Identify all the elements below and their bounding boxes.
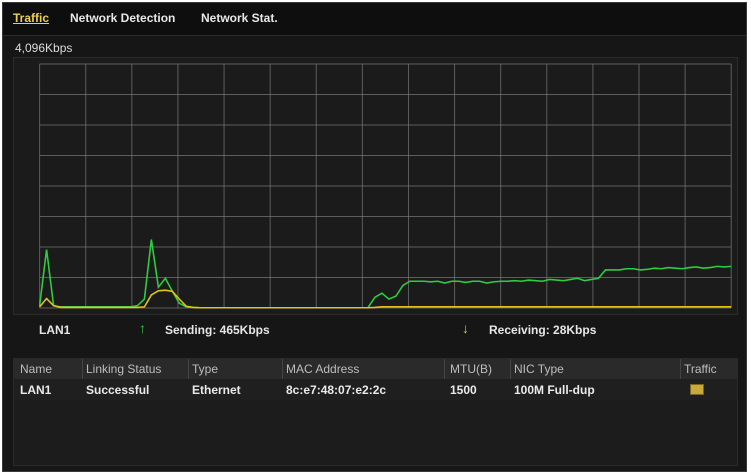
series-line-receiving	[39, 289, 732, 309]
cell-type: Ethernet	[192, 383, 241, 397]
col-divider	[680, 359, 681, 379]
col-divider	[444, 359, 445, 379]
tab-bar: Traffic Network Detection Network Stat.	[3, 3, 746, 36]
legend-sending: Sending: 465Kbps	[165, 323, 270, 337]
series-line-sending	[38, 239, 732, 309]
table-header: Name Linking Status Type MAC Address MTU…	[14, 359, 737, 379]
col-divider	[82, 359, 83, 379]
cell-linking-status: Successful	[86, 383, 150, 397]
arrow-down-icon: ↓	[462, 320, 469, 336]
cell-name: LAN1	[20, 383, 52, 397]
traffic-legend: LAN1 ↑ Sending: 465Kbps ↓ Receiving: 28K…	[3, 317, 746, 341]
arrow-up-icon: ↑	[139, 320, 146, 336]
col-mtu: MTU(B)	[450, 362, 492, 376]
tab-traffic[interactable]: Traffic	[13, 11, 49, 25]
col-divider	[282, 359, 283, 379]
network-traffic-panel: Traffic Network Detection Network Stat. …	[2, 2, 747, 472]
traffic-graph-icon[interactable]	[690, 384, 704, 395]
col-divider	[510, 359, 511, 379]
col-linking-status: Linking Status	[86, 362, 162, 376]
traffic-graph	[13, 57, 738, 315]
cell-nic-type: 100M Full-dup	[514, 383, 595, 397]
max-scale-label: 4,096Kbps	[15, 41, 73, 55]
cell-mac-address: 8c:e7:48:07:e2:2c	[286, 383, 387, 397]
col-name: Name	[20, 362, 53, 376]
col-nic-type: NIC Type	[514, 362, 564, 376]
col-divider	[188, 359, 189, 379]
nic-table: Name Linking Status Type MAC Address MTU…	[13, 358, 738, 466]
tab-network-detection[interactable]: Network Detection	[70, 11, 175, 25]
col-type: Type	[192, 362, 219, 376]
legend-interface: LAN1	[39, 323, 71, 337]
tab-network-stat[interactable]: Network Stat.	[201, 11, 278, 25]
legend-receiving: Receiving: 28Kbps	[489, 323, 597, 337]
cell-mtu: 1500	[450, 383, 477, 397]
col-mac-address: MAC Address	[286, 362, 360, 376]
col-traffic: Traffic	[684, 362, 717, 376]
